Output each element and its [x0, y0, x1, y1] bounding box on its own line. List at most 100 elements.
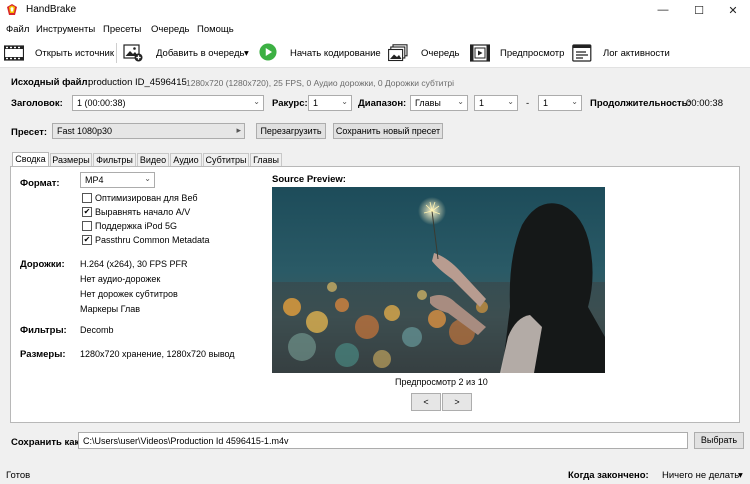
minimize-button[interactable]: — — [646, 0, 680, 20]
passthru-metadata-checkbox[interactable]: ✔ — [82, 235, 92, 245]
align-av-checkbox[interactable]: ✔ — [82, 207, 92, 217]
close-icon: ✕ — [728, 4, 738, 17]
source-preview-image — [272, 187, 605, 373]
status-text: Готов — [6, 470, 31, 481]
queue-icon — [388, 44, 408, 62]
toolbar: Открыть источник Добавить в очередь ▾ На… — [0, 38, 750, 68]
tab-chapters[interactable]: Главы — [250, 153, 282, 167]
title-dropdown[interactable]: 1 (00:00:38) ⌄ — [72, 95, 264, 111]
tab-video[interactable]: Видео — [137, 153, 169, 167]
reload-preset-button[interactable]: Перезагрузить — [256, 123, 326, 139]
chevron-down-icon: ▾ — [738, 470, 743, 481]
add-image-icon — [123, 44, 143, 62]
menu-queue[interactable]: Очередь — [151, 24, 189, 35]
open-source-button[interactable]: Открыть источник — [2, 38, 114, 68]
angle-label: Ракурс: — [272, 98, 308, 109]
preset-label: Пресет: — [11, 127, 48, 138]
tab-summary[interactable]: Сводка — [12, 152, 49, 167]
prev-preview-button[interactable]: < — [411, 393, 441, 411]
browse-button[interactable]: Выбрать — [694, 432, 744, 449]
queue-button[interactable]: Очередь — [386, 38, 460, 68]
save-as-label: Сохранить как: — [11, 437, 83, 448]
when-done-dropdown[interactable]: Ничего не делать ▾ — [662, 467, 746, 482]
preset-value: Fast 1080p30 — [57, 126, 113, 136]
filters-label: Фильтры: — [20, 325, 67, 336]
angle-value: 1 — [313, 98, 319, 108]
range-type-dropdown[interactable]: Главы ⌄ — [410, 95, 468, 111]
log-terminal-icon — [572, 44, 592, 62]
range-start-value: 1 — [479, 98, 485, 108]
range-start-dropdown[interactable]: 1 ⌄ — [474, 95, 518, 111]
start-encode-label: Начать кодирование — [290, 48, 381, 59]
film-strip-icon — [4, 45, 24, 61]
source-info: 1280x720 (1280x720), 25 FPS, 0 Аудио дор… — [186, 78, 455, 88]
when-done-label: Когда закончено: — [568, 470, 649, 481]
tab-subtitles[interactable]: Субтитры — [203, 153, 249, 167]
track-chapters: Маркеры Глав — [80, 304, 141, 314]
web-optimized-label: Оптимизирован для Веб — [95, 193, 198, 203]
status-bar: Готов Когда закончено: Ничего не делать … — [0, 464, 750, 484]
duration-value: 00:00:38 — [686, 98, 723, 109]
menu-tools[interactable]: Инструменты — [36, 24, 95, 35]
chevron-right-icon: ▸ — [236, 125, 241, 135]
angle-dropdown[interactable]: 1 ⌄ — [308, 95, 352, 111]
preview-button[interactable]: Предпросмотр — [468, 38, 564, 68]
preview-label: Предпросмотр — [500, 48, 565, 59]
queue-label: Очередь — [421, 48, 460, 59]
tab-filters[interactable]: Фильтры — [93, 153, 136, 167]
web-optimized-checkbox[interactable] — [82, 193, 92, 203]
track-video: H.264 (x264), 30 FPS PFR — [80, 259, 188, 269]
preview-counter: Предпросмотр 2 из 10 — [395, 377, 488, 387]
minimize-icon: — — [657, 4, 669, 16]
add-to-queue-label: Добавить в очередь — [156, 48, 245, 59]
filters-value: Decomb — [80, 325, 114, 335]
duration-label: Продолжительность: — [590, 98, 691, 109]
window-title: HandBrake — [26, 4, 77, 15]
activity-log-button[interactable]: Лог активности — [570, 38, 670, 68]
ipod-5g-checkbox[interactable] — [82, 221, 92, 231]
chevron-down-icon[interactable]: ▾ — [244, 48, 249, 59]
start-encode-button[interactable]: Начать кодирование — [256, 38, 381, 68]
tab-dimensions[interactable]: Размеры — [50, 153, 92, 167]
track-subtitles: Нет дорожек субтитров — [80, 289, 178, 299]
range-end-value: 1 — [543, 98, 549, 108]
when-done-value: Ничего не делать — [662, 470, 740, 481]
save-path-input[interactable] — [78, 432, 688, 449]
range-label: Диапазон: — [358, 98, 407, 109]
tracks-label: Дорожки: — [20, 259, 65, 270]
film-frame-icon — [470, 44, 490, 62]
ipod-5g-label: Поддержка iPod 5G — [95, 221, 177, 231]
format-label: Формат: — [20, 178, 60, 189]
menu-file[interactable]: Файл — [6, 24, 29, 35]
preset-selector[interactable]: Fast 1080p30 ▸ — [52, 123, 245, 139]
passthru-metadata-label: Passthru Common Metadata — [95, 235, 210, 245]
chevron-down-icon: ⌄ — [457, 97, 464, 106]
open-source-label: Открыть источник — [35, 48, 114, 59]
range-end-dropdown[interactable]: 1 ⌄ — [538, 95, 582, 111]
menu-help[interactable]: Помощь — [197, 24, 234, 35]
source-label: Исходный файл: — [11, 77, 91, 88]
chevron-down-icon: ⌄ — [253, 97, 260, 106]
save-new-preset-button[interactable]: Сохранить новый пресет — [333, 123, 443, 139]
menu-presets[interactable]: Пресеты — [103, 24, 141, 35]
range-type-value: Главы — [415, 98, 441, 108]
close-button[interactable]: ✕ — [716, 0, 750, 20]
activity-log-label: Лог активности — [603, 48, 670, 59]
format-dropdown[interactable]: MP4 ⌄ — [80, 172, 155, 188]
tab-audio[interactable]: Аудио — [170, 153, 202, 167]
next-preview-button[interactable]: > — [442, 393, 472, 411]
source-name: production ID_4596415 — [88, 77, 187, 88]
maximize-button[interactable]: ☐ — [682, 0, 716, 20]
align-av-label: Выравнять начало A/V — [95, 207, 191, 217]
format-value: MP4 — [85, 175, 104, 185]
range-dash: - — [526, 98, 530, 109]
maximize-icon: ☐ — [694, 4, 704, 17]
preview-photo — [272, 187, 605, 373]
chevron-down-icon: ⌄ — [341, 97, 348, 106]
size-value: 1280x720 хранение, 1280x720 вывод — [80, 349, 235, 359]
preview-title: Source Preview: — [272, 174, 346, 185]
track-audio: Нет аудио-дорожек — [80, 274, 161, 284]
add-to-queue-button[interactable]: Добавить в очередь ▾ — [120, 38, 252, 68]
title-value: 1 (00:00:38) — [77, 98, 126, 108]
menu-bar: Файл Инструменты Пресеты Очередь Помощь — [0, 20, 750, 38]
